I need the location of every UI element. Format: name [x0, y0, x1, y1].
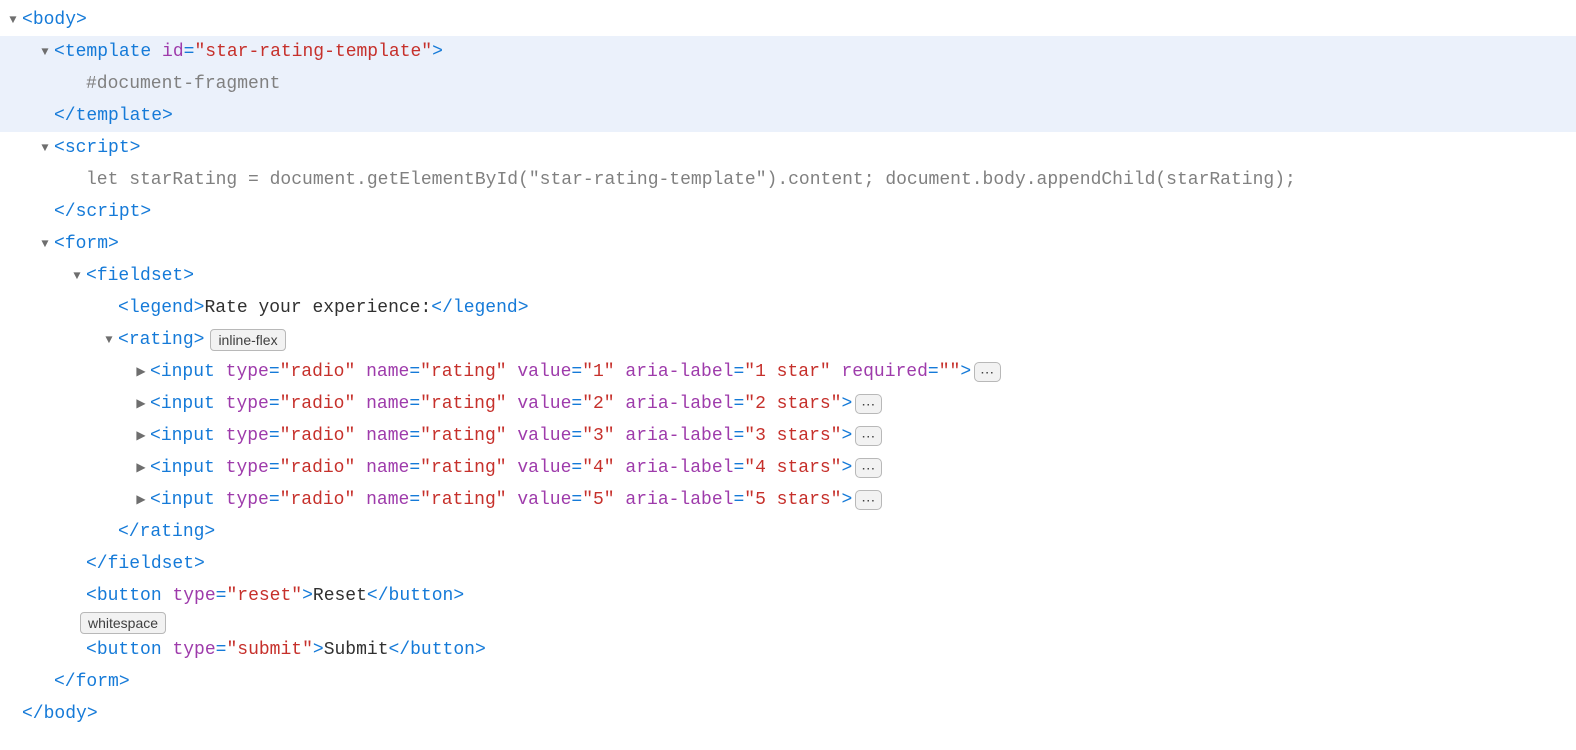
expand-arrow[interactable]: ▼ [38, 132, 52, 164]
node-whitespace[interactable]: whitespace [0, 612, 1576, 634]
expand-arrow[interactable]: ▼ [70, 260, 84, 292]
node-script-text[interactable]: ▶ let starRating = document.getElementBy… [0, 164, 1576, 196]
node-form-close[interactable]: </form> [0, 666, 1576, 698]
expand-arrow[interactable]: ▼ [6, 4, 20, 36]
node-button-submit[interactable]: ▶ <button type="submit">Submit</button> [0, 634, 1576, 666]
dom-tree: ▼ <body> ▼ <template id="star-rating-tem… [0, 0, 1576, 750]
node-fieldset-open[interactable]: ▼ <fieldset> [0, 260, 1576, 292]
node-template-open[interactable]: ▼ <template id="star-rating-template"> [0, 36, 1576, 68]
node-rating-open[interactable]: ▼ <rating> inline-flex [0, 324, 1576, 356]
node-form-open[interactable]: ▼ <form> [0, 228, 1576, 260]
node-body-open[interactable]: ▼ <body> [0, 4, 1576, 36]
display-badge: inline-flex [210, 329, 285, 351]
expand-arrow[interactable]: ▶ [134, 484, 148, 516]
ellipsis-pill[interactable]: ⋯ [855, 490, 882, 510]
node-input-3[interactable]: ▶ <input type="radio" name="rating" valu… [0, 420, 1576, 452]
whitespace-badge: whitespace [80, 612, 166, 634]
node-body-close[interactable]: </body> [0, 698, 1576, 730]
node-rating-close[interactable]: </rating> [0, 516, 1576, 548]
node-script-close[interactable]: </script> [0, 196, 1576, 228]
ellipsis-pill[interactable]: ⋯ [855, 458, 882, 478]
node-document-fragment[interactable]: ▶ #document-fragment [0, 68, 1576, 100]
ellipsis-pill[interactable]: ⋯ [974, 362, 1001, 382]
node-script-open[interactable]: ▼ <script> [0, 132, 1576, 164]
expand-arrow[interactable]: ▶ [134, 388, 148, 420]
node-legend[interactable]: ▶ <legend>Rate your experience:</legend> [0, 292, 1576, 324]
ellipsis-pill[interactable]: ⋯ [855, 394, 882, 414]
node-input-4[interactable]: ▶ <input type="radio" name="rating" valu… [0, 452, 1576, 484]
expand-arrow[interactable]: ▼ [38, 36, 52, 68]
expand-arrow[interactable]: ▶ [134, 420, 148, 452]
node-template-close[interactable]: </template> [0, 100, 1576, 132]
node-input-1[interactable]: ▶ <input type="radio" name="rating" valu… [0, 356, 1576, 388]
expand-arrow[interactable]: ▼ [38, 228, 52, 260]
node-input-2[interactable]: ▶ <input type="radio" name="rating" valu… [0, 388, 1576, 420]
ellipsis-pill[interactable]: ⋯ [855, 426, 882, 446]
node-input-5[interactable]: ▶ <input type="radio" name="rating" valu… [0, 484, 1576, 516]
node-fieldset-close[interactable]: </fieldset> [0, 548, 1576, 580]
expand-arrow[interactable]: ▶ [134, 452, 148, 484]
node-button-reset[interactable]: ▶ <button type="reset">Reset</button> [0, 580, 1576, 612]
expand-arrow[interactable]: ▼ [102, 324, 116, 356]
expand-arrow[interactable]: ▶ [134, 356, 148, 388]
